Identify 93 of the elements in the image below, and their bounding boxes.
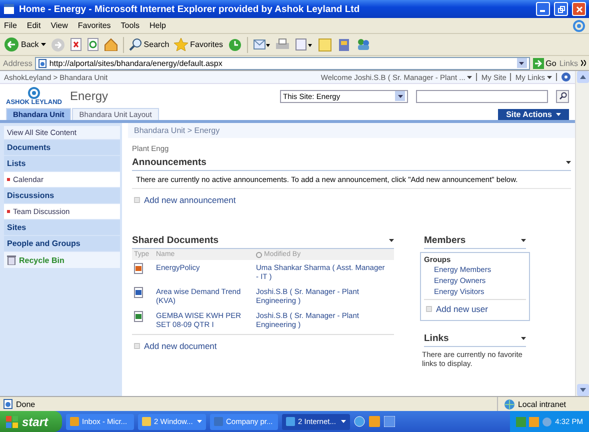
menu-icon[interactable] [566, 161, 571, 164]
search-field[interactable] [416, 90, 548, 102]
caret-icon [398, 94, 402, 98]
address-label: Address [3, 58, 32, 68]
window-title: Home - Energy - Microsoft Internet Explorer provided by Ashok Leyland Ltd [19, 4, 361, 14]
printer-icon[interactable] [275, 38, 290, 51]
app-icon [214, 417, 224, 426]
web-part-title: Links [424, 333, 449, 344]
web-part-title: Announcements [132, 157, 206, 168]
links-label[interactable]: Links [559, 58, 578, 68]
file-icon [134, 311, 144, 322]
app-icon [70, 417, 80, 426]
file-icon [134, 263, 144, 274]
caret-icon [197, 420, 202, 423]
menu-item[interactable]: Favorites [78, 21, 111, 30]
note-icon[interactable] [318, 38, 332, 52]
menu-item[interactable]: File [4, 21, 17, 30]
nav-heading[interactable]: Discussions [4, 188, 120, 203]
menu-item[interactable]: Help [149, 21, 166, 30]
menu-item[interactable]: Tools [120, 21, 140, 30]
edit-icon[interactable] [295, 38, 314, 51]
refresh-icon[interactable] [86, 38, 99, 51]
menu-item[interactable]: Edit [26, 21, 41, 30]
star-icon [174, 38, 188, 51]
add-link[interactable]: Add new document [144, 341, 217, 351]
caret-icon [556, 113, 561, 116]
up-arrow-icon [580, 75, 586, 79]
site-title: Energy [70, 89, 110, 103]
nav-heading[interactable]: Sites [4, 220, 120, 235]
search-icon [558, 92, 566, 100]
caret-icon [341, 420, 346, 423]
menu-icon[interactable] [389, 239, 394, 242]
dropdown-button[interactable] [516, 58, 527, 68]
site-actions-button[interactable]: Site Actions [498, 109, 569, 120]
close-button[interactable] [572, 2, 586, 16]
windows-flag-icon [6, 416, 18, 428]
people-icon[interactable] [356, 38, 372, 51]
globe-icon [504, 398, 515, 410]
file-icon [134, 287, 144, 298]
history-icon[interactable] [228, 38, 242, 52]
menu-icon[interactable] [521, 239, 526, 242]
sort-icon [256, 252, 262, 258]
app-icon [286, 417, 296, 426]
back-button[interactable]: Back [4, 37, 46, 52]
nav-heading[interactable]: People and Groups [4, 236, 120, 251]
recycle-bin-link[interactable]: Recycle Bin [4, 252, 120, 268]
close-icon [576, 6, 582, 12]
globe-icon[interactable] [354, 416, 366, 427]
down-arrow-icon [580, 388, 586, 392]
book-icon[interactable] [337, 38, 352, 52]
desktop-icon[interactable] [384, 416, 396, 427]
favorites-button[interactable]: Favorites [174, 38, 224, 51]
maximize-button[interactable] [554, 2, 568, 16]
envelope-icon[interactable] [369, 416, 380, 427]
swirl-logo-icon [28, 86, 40, 98]
recycle-bin-icon [7, 255, 16, 265]
web-part-title: Members [424, 235, 466, 246]
page-icon [3, 399, 13, 409]
help-icon[interactable] [561, 72, 571, 82]
home-icon[interactable] [104, 38, 118, 51]
go-button[interactable]: Go [532, 58, 556, 68]
scrollbar[interactable] [575, 71, 589, 396]
status-text: Done [16, 400, 36, 408]
add-bullet-icon [134, 197, 140, 203]
mail-icon[interactable] [253, 38, 270, 51]
app-icon [142, 417, 152, 426]
page-breadcrumb[interactable]: Bhandara Unit > Energy [128, 123, 575, 138]
add-bullet-icon [426, 306, 432, 312]
minimize-button[interactable] [536, 2, 550, 16]
zone-text: Local intranet [518, 400, 566, 408]
chevron-icon [581, 60, 586, 66]
nav-heading[interactable]: Documents [4, 140, 120, 155]
caret-icon [519, 62, 524, 64]
caret-icon [40, 43, 46, 46]
web-part-title: Shared Documents [132, 235, 219, 246]
restore-icon [558, 6, 564, 12]
page-icon [38, 58, 48, 68]
caret-icon [547, 76, 552, 78]
caret-icon [467, 76, 472, 78]
menu-item[interactable]: View [50, 21, 68, 30]
address-field[interactable]: http://alportal/sites/bhandara/energy/default.aspx [35, 56, 530, 70]
go-arrow-icon [532, 58, 544, 68]
search-icon [128, 38, 142, 51]
add-bullet-icon [134, 343, 140, 349]
search-button[interactable] [556, 90, 569, 102]
search-button[interactable]: Search [128, 38, 170, 51]
menu-icon[interactable] [521, 337, 526, 340]
add-link[interactable]: Add new user [436, 304, 488, 314]
stop-icon[interactable] [70, 38, 82, 51]
add-link[interactable]: Add new announcement [144, 195, 236, 205]
swirl-logo-icon [573, 20, 585, 32]
nav-heading[interactable]: Lists [4, 156, 120, 171]
browser-window-icon [3, 3, 15, 15]
